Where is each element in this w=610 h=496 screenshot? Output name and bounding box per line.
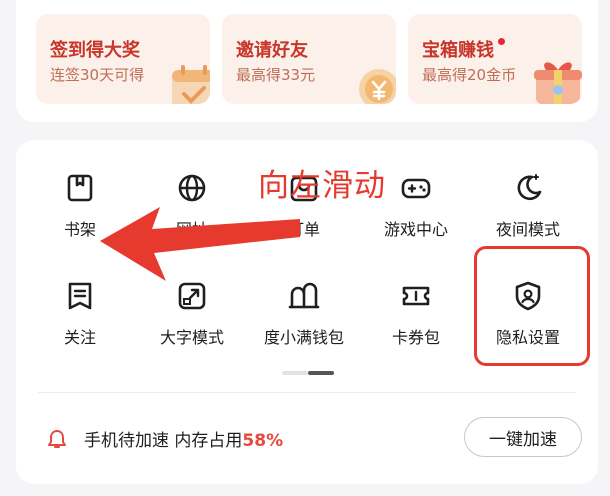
page-dot-active [308,371,334,375]
expand-icon [178,282,206,310]
promo-card: 签到得大奖 连签30天可得 邀请好友 最高得33元 宝箱赚钱 最高得20金币 [16,0,598,122]
ticket-icon [402,286,430,306]
grid-item-label: 关注 [63,328,96,347]
grid-item-wallet[interactable]: 度小满钱包 [248,280,360,348]
divider [38,392,576,393]
swipe-hint-text: 向左滑动 [258,168,386,204]
highlight-box [474,246,590,366]
calendar-icon [172,65,210,104]
notification-dot [498,38,505,45]
promo-sign-in[interactable]: 签到得大奖 连签30天可得 [36,14,210,104]
grid-item-follow[interactable]: 关注 [24,280,136,348]
promo-sign-in-title: 签到得大奖 [50,40,140,61]
boost-button[interactable]: 一键加速 [464,417,582,457]
memory-percent: 58% [242,431,284,451]
page-indicator [282,371,334,375]
bookmark-icon [68,282,92,310]
coin-icon [359,69,396,104]
moon-icon [517,174,542,201]
promo-invite-subtitle: 最高得33元 [236,66,316,84]
globe-icon [178,174,206,202]
bell-icon [48,430,66,448]
memory-status: 手机待加速 内存占用58% [84,426,283,451]
gift-box-icon [534,62,582,104]
promo-treasure[interactable]: 宝箱赚钱 最高得20金币 [408,14,582,104]
gamepad-icon [401,178,431,199]
wallet-icon [288,282,320,309]
grid-item-label: 度小满钱包 [263,328,344,347]
grid-item-label: 游戏中心 [383,220,448,239]
swipe-left-arrow-icon [100,207,300,281]
memory-status-text: 手机待加速 内存占用 [84,431,243,451]
grid-item-coupons[interactable]: 卡券包 [360,280,472,348]
grid-item-label: 卡券包 [391,328,440,347]
promo-invite-title: 邀请好友 [236,40,308,61]
promo-sign-in-subtitle: 连签30天可得 [50,66,145,84]
promo-invite[interactable]: 邀请好友 最高得33元 [222,14,396,104]
grid-item-large-font[interactable]: 大字模式 [136,280,248,348]
grid-item-label: 夜间模式 [495,220,560,239]
grid-item-label: 大字模式 [159,328,224,347]
grid-item-night-mode[interactable]: 夜间模式 [472,172,584,240]
promo-treasure-title: 宝箱赚钱 [422,36,505,62]
bookshelf-icon [67,174,93,202]
promo-treasure-subtitle: 最高得20金币 [422,66,517,84]
page-dot [282,371,308,375]
